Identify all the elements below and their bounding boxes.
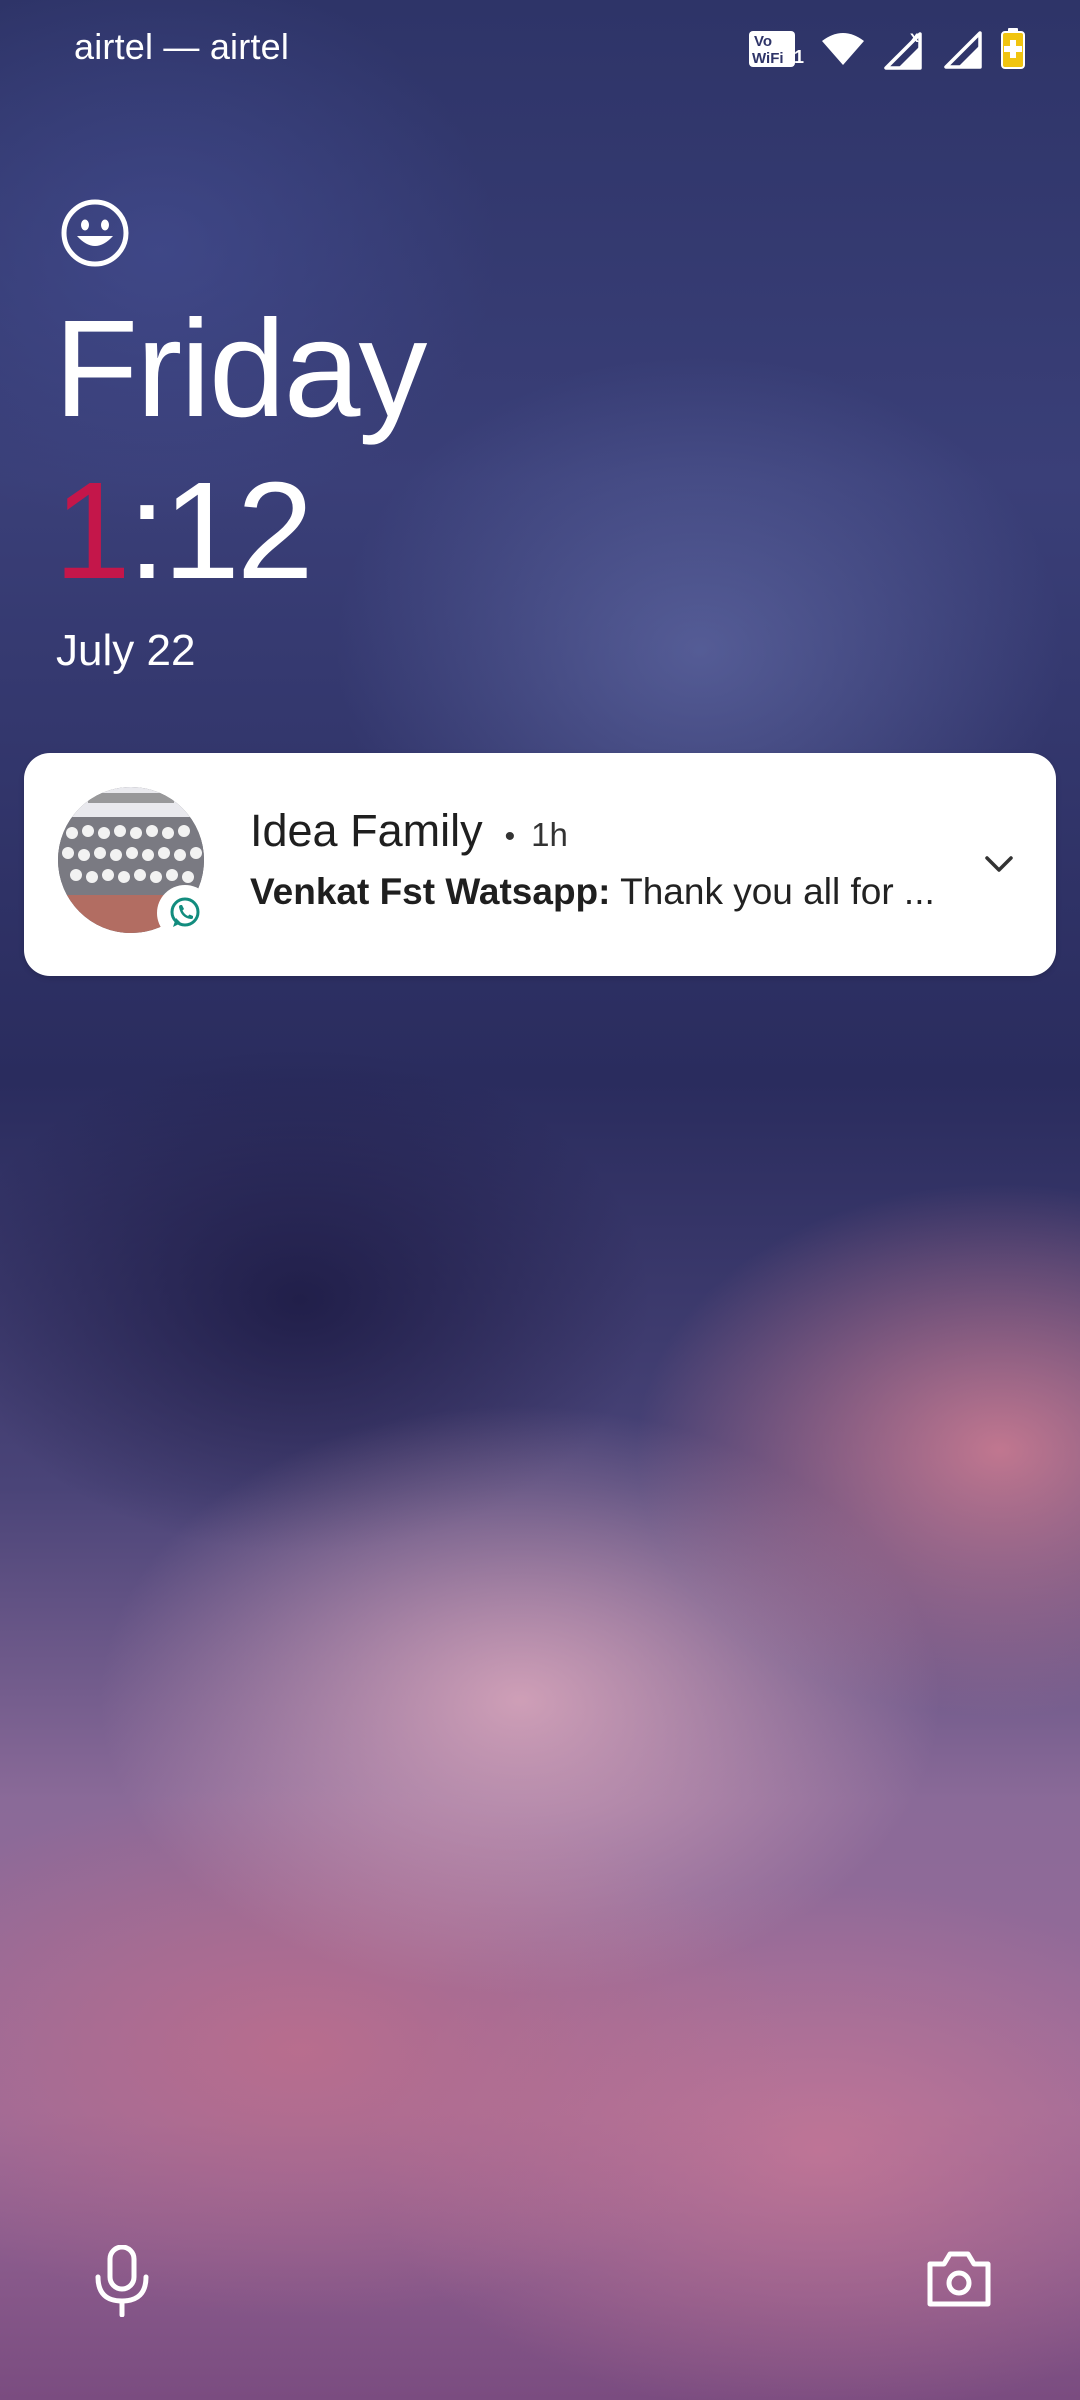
status-icons: Vo WiFi 1 x [748, 28, 1026, 70]
status-bar: airtel — airtel Vo WiFi 1 x [0, 0, 1080, 96]
signal-icon [944, 31, 982, 69]
svg-text:WiFi: WiFi [752, 50, 784, 67]
chevron-down-icon [985, 856, 1013, 872]
wifi-icon [822, 33, 864, 65]
notification-message: Venkat Fst Watsapp: Thank you all for ..… [250, 871, 960, 913]
expand-button[interactable] [976, 841, 1022, 887]
notification-header: Idea Family • 1h [250, 805, 568, 857]
camera-icon[interactable] [924, 2248, 994, 2310]
svg-text:1: 1 [794, 47, 804, 67]
carrier-name: airtel — airtel [74, 26, 290, 67]
battery-charging-icon [1001, 28, 1025, 69]
notification-time: 1h [531, 816, 568, 853]
clock-hour-first-digit: 1 [54, 454, 131, 608]
whatsapp-icon [170, 897, 200, 927]
face-unlock-icon[interactable] [60, 198, 130, 268]
day-label: Friday [54, 292, 427, 446]
clock-time: 1:12 [54, 462, 314, 600]
vowifi-icon: Vo WiFi 1 [749, 31, 804, 67]
notification-card[interactable]: Idea Family • 1h Venkat Fst Watsapp: Tha… [24, 753, 1056, 976]
mic-icon[interactable] [88, 2245, 156, 2317]
message-sender: Venkat Fst Watsapp: [250, 871, 611, 912]
signal-icon-no-data: x [884, 29, 922, 70]
notification-title: Idea Family [250, 805, 483, 856]
svg-text:Vo: Vo [754, 33, 772, 50]
svg-text:x: x [910, 29, 919, 46]
lock-screen: airtel — airtel Vo WiFi 1 x Friday 1:12 … [0, 0, 1080, 2400]
notification-separator: • [504, 820, 516, 853]
clock-rest: :12 [127, 454, 314, 608]
whatsapp-badge [157, 885, 213, 941]
message-text: Thank you all for ... [620, 871, 935, 912]
date-label: July 22 [56, 626, 196, 675]
